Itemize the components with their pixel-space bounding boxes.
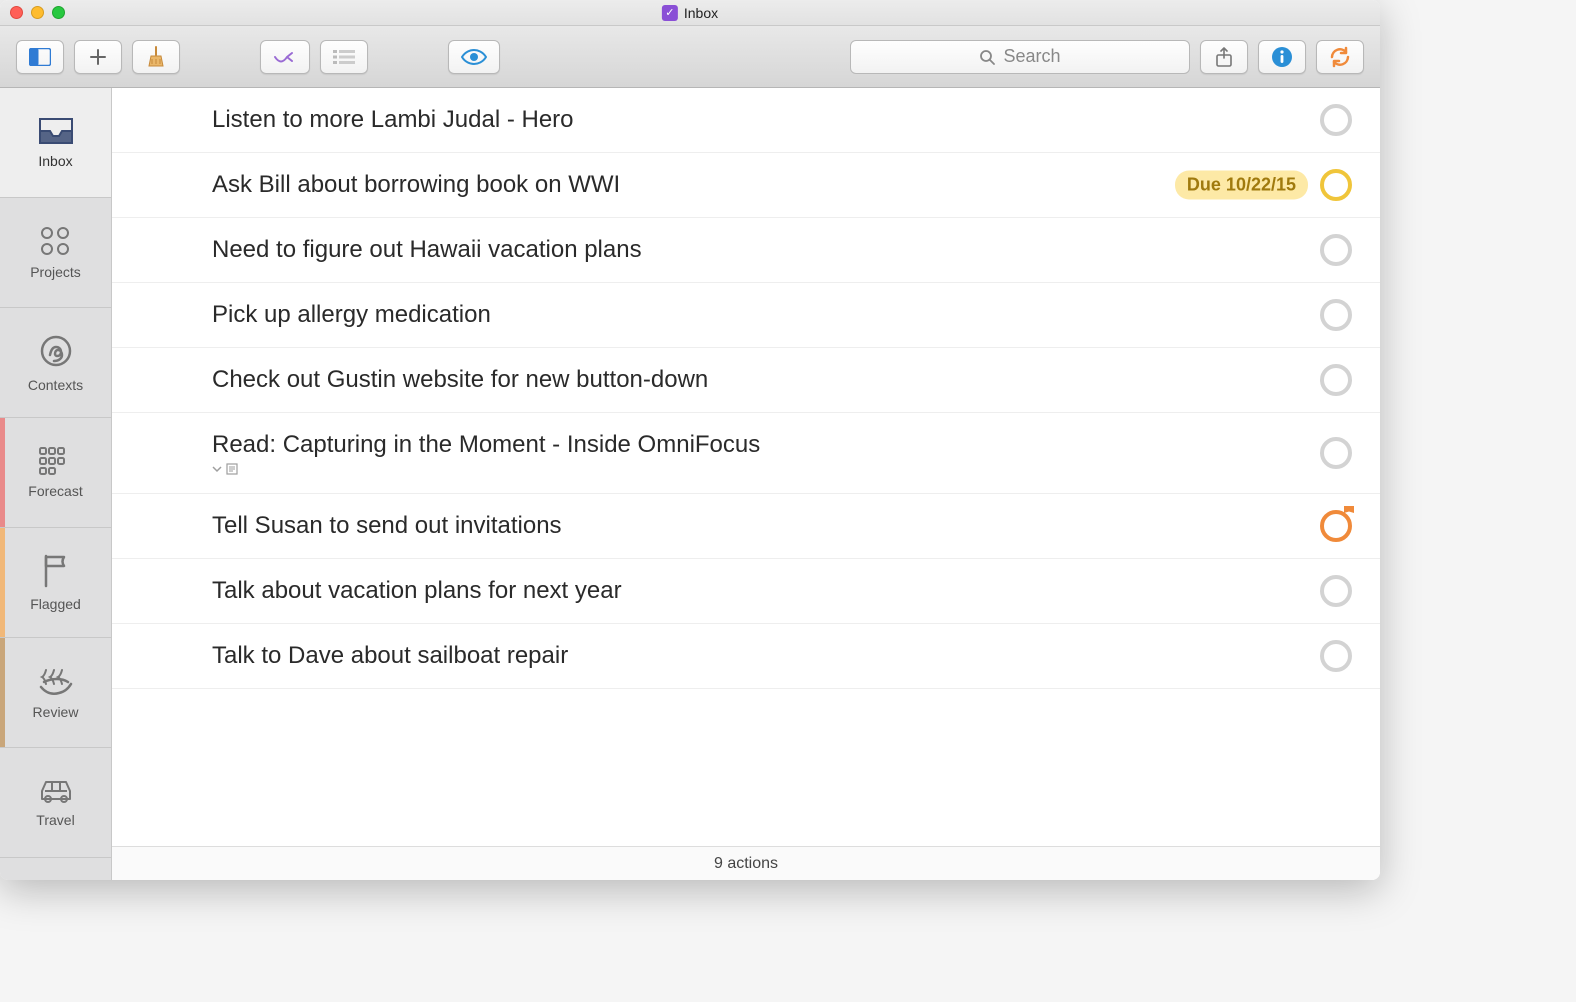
sync-icon — [1329, 46, 1351, 68]
accent-band — [0, 418, 5, 527]
zoom-window-button[interactable] — [52, 6, 65, 19]
sidebar-item-label: Inbox — [38, 153, 72, 169]
task-title: Check out Gustin website for new button-… — [212, 366, 1350, 394]
view-options-button[interactable] — [448, 40, 500, 74]
task-title: Listen to more Lambi Judal - Hero — [212, 106, 1350, 134]
add-task-button[interactable] — [74, 40, 122, 74]
plus-icon — [89, 48, 107, 66]
sidebar-item-flagged[interactable]: Flagged — [0, 528, 111, 638]
flag-icon — [41, 554, 71, 588]
task-row[interactable]: Tell Susan to send out invitations — [112, 494, 1380, 559]
sidebar-item-inbox[interactable]: Inbox — [0, 88, 111, 198]
task-title: Talk about vacation plans for next year — [212, 577, 1350, 605]
task-status-circle[interactable] — [1320, 575, 1352, 607]
sidebar-item-forecast[interactable]: Forecast — [0, 418, 111, 528]
app-window: ✓ Inbox Search — [0, 0, 1380, 880]
task-title: Talk to Dave about sailboat repair — [212, 642, 1350, 670]
minimize-window-button[interactable] — [31, 6, 44, 19]
search-field[interactable]: Search — [850, 40, 1190, 74]
list-view-button[interactable] — [320, 40, 368, 74]
list-icon — [333, 50, 355, 64]
task-status-circle[interactable] — [1320, 104, 1352, 136]
sidebar-toggle-icon — [29, 48, 51, 66]
toolbar: Search — [0, 26, 1380, 88]
task-row[interactable]: Need to figure out Hawaii vacation plans — [112, 218, 1380, 283]
share-button[interactable] — [1200, 40, 1248, 74]
toggle-sidebar-button[interactable] — [16, 40, 64, 74]
sidebar-item-label: Forecast — [28, 483, 82, 499]
sidebar-item-label: Contexts — [28, 377, 83, 393]
forecast-icon — [39, 447, 73, 475]
task-title: Read: Capturing in the Moment - Inside O… — [212, 431, 1350, 459]
inspector-button[interactable] — [1258, 40, 1306, 74]
main-pane: Listen to more Lambi Judal - Hero Ask Bi… — [112, 88, 1380, 880]
arrow-right-icon — [273, 49, 297, 65]
inbox-icon — [38, 117, 74, 145]
task-status-circle[interactable] — [1320, 169, 1352, 201]
content-area: Inbox Projects Contexts Forecast — [0, 88, 1380, 880]
projects-icon — [39, 226, 73, 256]
share-icon — [1216, 47, 1232, 67]
car-icon — [37, 778, 75, 804]
task-title: Pick up allergy medication — [212, 301, 1350, 329]
task-list: Listen to more Lambi Judal - Hero Ask Bi… — [112, 88, 1380, 846]
task-status-circle[interactable] — [1320, 364, 1352, 396]
window-controls — [10, 6, 65, 19]
cleanup-button[interactable] — [132, 40, 180, 74]
close-window-button[interactable] — [10, 6, 23, 19]
eye-icon — [461, 49, 487, 65]
task-row[interactable]: Read: Capturing in the Moment - Inside O… — [112, 413, 1380, 494]
window-title-group: ✓ Inbox — [662, 5, 718, 21]
task-row[interactable]: Ask Bill about borrowing book on WWI Due… — [112, 153, 1380, 218]
perspective-sidebar: Inbox Projects Contexts Forecast — [0, 88, 112, 880]
accent-band — [0, 528, 5, 637]
search-icon — [979, 49, 995, 65]
sidebar-item-label: Travel — [36, 812, 74, 828]
task-status-circle[interactable] — [1320, 510, 1352, 542]
search-placeholder: Search — [1003, 46, 1060, 67]
task-status-circle[interactable] — [1320, 299, 1352, 331]
quick-open-button[interactable] — [260, 40, 310, 74]
review-icon — [38, 666, 74, 696]
task-row[interactable]: Talk about vacation plans for next year — [112, 559, 1380, 624]
task-row[interactable]: Pick up allergy medication — [112, 283, 1380, 348]
accent-band — [0, 638, 5, 747]
task-row[interactable]: Listen to more Lambi Judal - Hero — [112, 88, 1380, 153]
window-title: Inbox — [684, 5, 718, 21]
contexts-icon — [38, 333, 74, 369]
info-icon — [1271, 46, 1293, 68]
note-icon — [226, 463, 238, 475]
due-badge: Due 10/22/15 — [1175, 171, 1308, 200]
task-row[interactable]: Talk to Dave about sailboat repair — [112, 624, 1380, 689]
broom-icon — [146, 46, 166, 68]
sidebar-item-label: Projects — [30, 264, 81, 280]
sync-button[interactable] — [1316, 40, 1364, 74]
sidebar-item-review[interactable]: Review — [0, 638, 111, 748]
chevron-down-icon — [212, 465, 222, 473]
status-summary: 9 actions — [714, 855, 778, 873]
title-bar: ✓ Inbox — [0, 0, 1380, 26]
sidebar-item-projects[interactable]: Projects — [0, 198, 111, 308]
task-title: Tell Susan to send out invitations — [212, 512, 1350, 540]
app-icon: ✓ — [662, 5, 678, 21]
note-indicator[interactable] — [212, 463, 1350, 475]
sidebar-item-contexts[interactable]: Contexts — [0, 308, 111, 418]
task-status-circle[interactable] — [1320, 640, 1352, 672]
sidebar-item-label: Flagged — [30, 596, 81, 612]
sidebar-item-label: Review — [33, 704, 79, 720]
sidebar-item-travel[interactable]: Travel — [0, 748, 111, 858]
task-status-circle[interactable] — [1320, 234, 1352, 266]
task-row[interactable]: Check out Gustin website for new button-… — [112, 348, 1380, 413]
status-bar: 9 actions — [112, 846, 1380, 880]
task-status-circle[interactable] — [1320, 437, 1352, 469]
task-title: Need to figure out Hawaii vacation plans — [212, 236, 1350, 264]
